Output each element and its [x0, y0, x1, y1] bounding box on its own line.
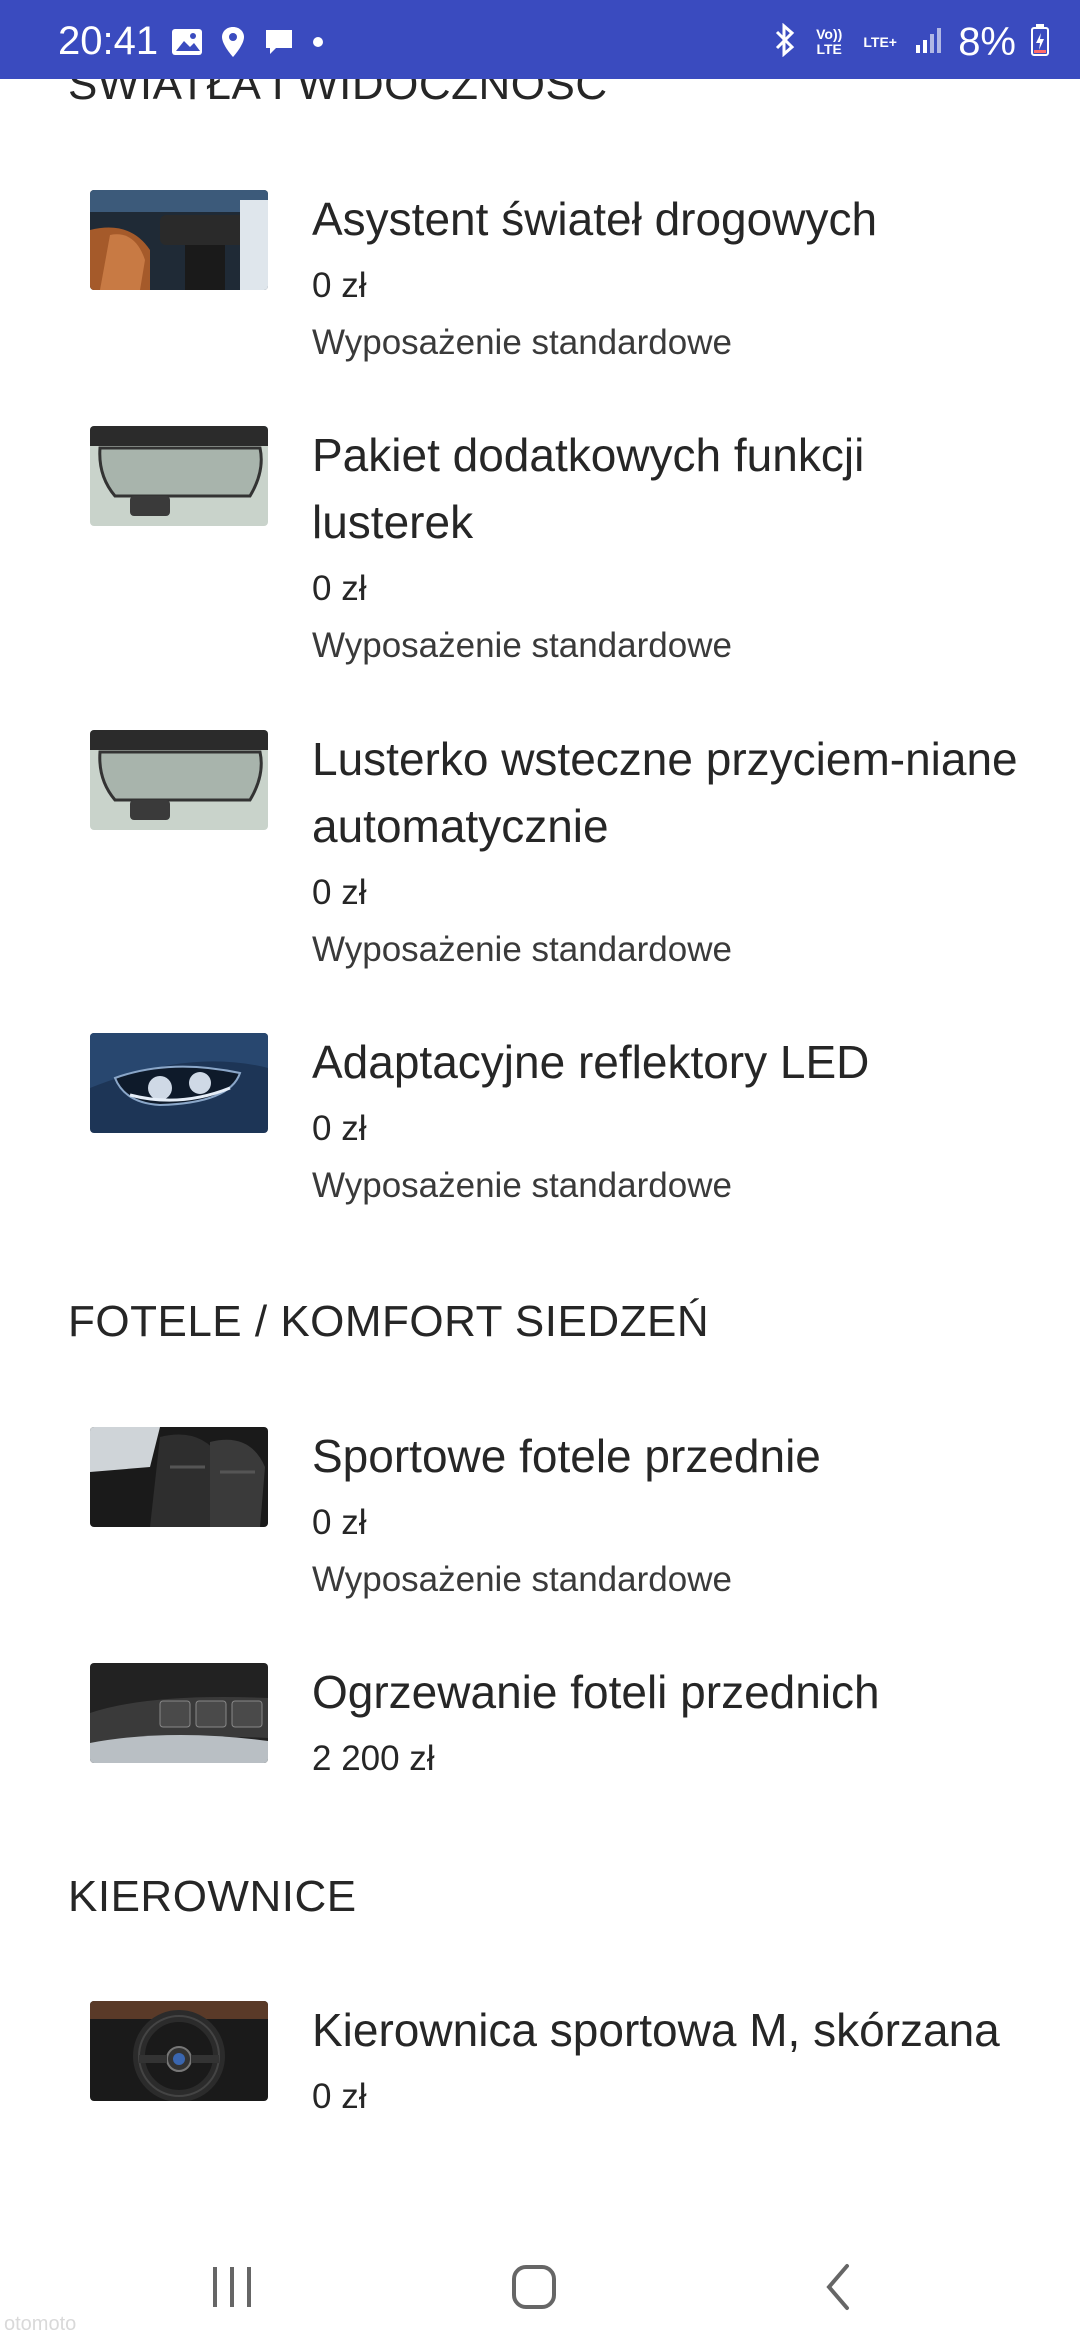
status-time: 20:41	[58, 19, 159, 63]
option-thumbnail	[90, 730, 268, 830]
option-item-m-sport-steering-wheel[interactable]: Kierownica sportowa M, skórzana 0 zł	[90, 2001, 1050, 2230]
option-price: 2 200 zł	[312, 1739, 435, 1778]
battery-icon	[1030, 23, 1050, 62]
option-title: Lusterko wsteczne przyciem-niane automat…	[312, 733, 1018, 852]
option-price: 0 zł	[312, 873, 367, 912]
volte-indicator: Vo)) LTE	[816, 26, 843, 57]
options-list: ŚWIATŁA I WIDOCZNOŚĆ Asystent świateł dr…	[0, 0, 1080, 2230]
option-title: Sportowe fotele przednie	[312, 1430, 821, 1482]
battery-percent: 8%	[958, 20, 1016, 64]
home-icon[interactable]	[494, 2252, 574, 2322]
back-icon[interactable]	[798, 2252, 878, 2322]
option-price: 0 zł	[312, 1109, 367, 1148]
option-note: Wyposażenie standardowe	[312, 1166, 732, 1205]
watermark: otomoto	[4, 2313, 77, 2335]
lte-indicator: LTE+	[863, 33, 897, 50]
option-price: 0 zł	[312, 2077, 367, 2116]
recents-icon[interactable]	[192, 2252, 272, 2322]
option-note: Wyposażenie standardowe	[312, 930, 732, 969]
option-title: Adaptacyjne reflektory LED	[312, 1036, 870, 1088]
option-price: 0 zł	[312, 1503, 367, 1542]
section-title-steering-wheels: KIEROWNICE	[68, 1872, 357, 1921]
status-bar: 20:41 Vo)) LTE LTE+ 8%	[0, 0, 1080, 79]
option-title: Asystent świateł drogowych	[312, 193, 878, 245]
section-title-seats: FOTELE / KOMFORT SIEDZEŃ	[68, 1297, 710, 1346]
navigation-bar: otomoto	[0, 2230, 1080, 2340]
location-icon	[218, 25, 248, 64]
chat-icon	[262, 26, 296, 63]
option-thumbnail	[90, 1427, 268, 1527]
option-title: Pakiet dodatkowych funkcji lusterek	[312, 429, 865, 548]
option-title: Ogrzewanie foteli przednich	[312, 1666, 880, 1718]
signal-icon	[914, 25, 944, 60]
option-note: Wyposażenie standardowe	[312, 1560, 732, 1599]
option-item-high-beam-assistant[interactable]: Asystent świateł drogowych 0 zł Wyposaże…	[90, 190, 1050, 390]
option-note: Wyposażenie standardowe	[312, 626, 732, 665]
option-item-sport-seats[interactable]: Sportowe fotele przednie 0 zł Wyposażeni…	[90, 1427, 1050, 1627]
option-price: 0 zł	[312, 266, 367, 305]
option-item-adaptive-led-headlights[interactable]: Adaptacyjne reflektory LED 0 zł Wyposaże…	[90, 1033, 1050, 1233]
bluetooth-icon	[772, 22, 798, 62]
option-title: Kierownica sportowa M, skórzana	[312, 2004, 1000, 2056]
option-thumbnail	[90, 1663, 268, 1763]
option-thumbnail	[90, 426, 268, 526]
option-price: 0 zł	[312, 569, 367, 608]
option-thumbnail	[90, 190, 268, 290]
option-item-seat-heating[interactable]: Ogrzewanie foteli przednich 2 200 zł	[90, 1663, 1050, 1803]
option-item-auto-dimming-mirror[interactable]: Lusterko wsteczne przyciem-niane automat…	[90, 730, 1050, 990]
dot-icon	[310, 34, 326, 55]
option-item-mirror-package[interactable]: Pakiet dodatkowych funkcji lusterek 0 zł…	[90, 426, 1050, 686]
option-thumbnail	[90, 1033, 268, 1133]
option-note: Wyposażenie standardowe	[312, 323, 732, 362]
option-thumbnail	[90, 2001, 268, 2101]
gallery-icon	[170, 27, 204, 62]
